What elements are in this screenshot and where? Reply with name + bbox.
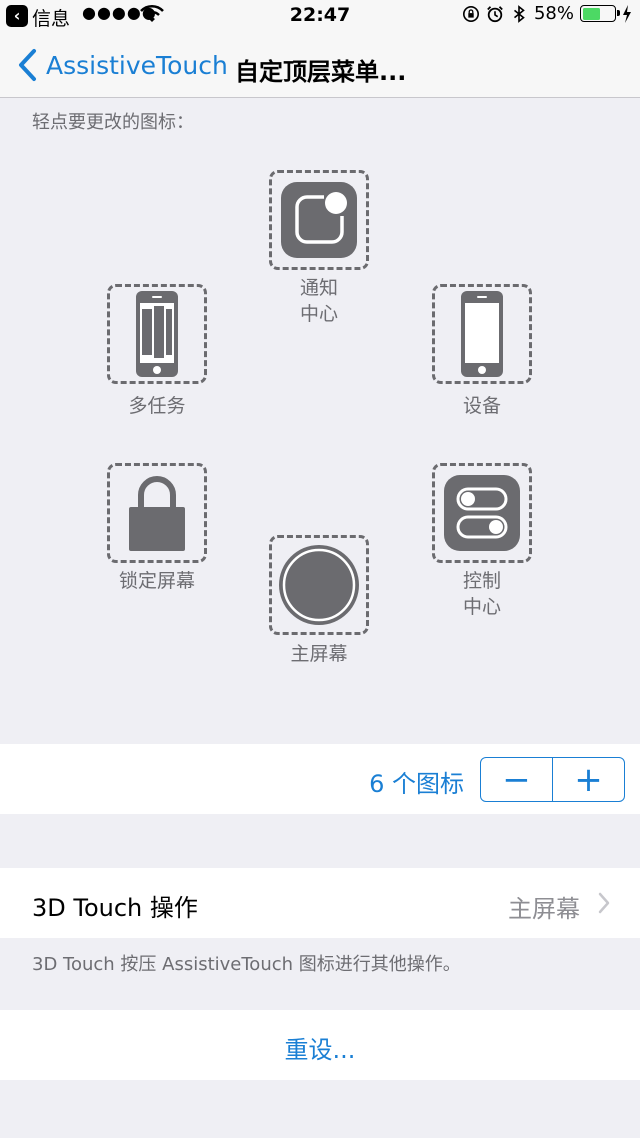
- navigation-bar: AssistiveTouch 自定顶层菜单...: [0, 32, 640, 98]
- slot-label-line: 设备: [462, 395, 501, 417]
- 3d-touch-footer: 3D Touch 按压 AssistiveTouch 图标进行其他操作。: [32, 954, 461, 975]
- notification-center-icon: [281, 182, 357, 258]
- status-bar: ‹ 信息 ●●●●● 22:47 58%: [0, 0, 640, 32]
- slot-label-line: 主屏幕: [290, 643, 348, 665]
- rotation-lock-icon: [462, 5, 479, 22]
- multitasking-icon: [136, 291, 178, 377]
- icon-count-label: 6 个图标: [369, 770, 464, 798]
- page-title: 自定顶层菜单...: [235, 58, 407, 86]
- 3d-touch-value: 主屏幕: [508, 895, 580, 923]
- slot-control-center[interactable]: [432, 463, 532, 563]
- slot-label-line: 通知: [299, 277, 338, 299]
- battery-level: [582, 7, 601, 20]
- increment-button[interactable]: +: [552, 758, 624, 801]
- slot-label-lock-screen: 锁定屏幕: [87, 568, 227, 594]
- device-icon: [461, 291, 503, 377]
- slot-label-multitasking: 多任务: [87, 393, 227, 419]
- reset-row[interactable]: 重设...: [0, 1010, 640, 1080]
- slot-label-line: 控制: [462, 570, 501, 592]
- alarm-icon: [487, 5, 503, 22]
- slot-label-notification-center: 通知 中心: [249, 275, 389, 327]
- slot-label-home: 主屏幕: [249, 641, 389, 667]
- status-icons: 58%: [462, 3, 632, 24]
- slot-device[interactable]: [432, 284, 532, 384]
- bluetooth-icon: [513, 4, 525, 23]
- chevron-left-icon: [19, 49, 36, 81]
- reset-button[interactable]: 重设...: [0, 1030, 640, 1065]
- home-button-icon: [279, 545, 359, 625]
- slot-label-line: 中心: [462, 596, 501, 618]
- lock-screen-icon: [129, 476, 185, 551]
- instruction-text: 轻点要更改的图标：: [32, 112, 194, 133]
- back-button-label[interactable]: AssistiveTouch: [46, 51, 228, 80]
- slot-label-line: 多任务: [128, 395, 186, 417]
- slot-label-device: 设备: [412, 393, 552, 419]
- 3d-touch-action-row[interactable]: 3D Touch 操作 主屏幕: [0, 868, 640, 938]
- slot-notification-center[interactable]: [269, 170, 369, 270]
- slot-lock-screen[interactable]: [107, 463, 207, 563]
- slot-home[interactable]: [269, 535, 369, 635]
- battery-icon: [580, 5, 620, 22]
- 3d-touch-title: 3D Touch 操作: [32, 894, 198, 922]
- slot-label-line: 中心: [299, 303, 338, 325]
- chevron-right-icon: [598, 892, 610, 914]
- icon-count-stepper[interactable]: − +: [480, 757, 625, 802]
- battery-percent: 58%: [533, 3, 574, 24]
- slot-multitasking[interactable]: [107, 284, 207, 384]
- slot-label-control-center: 控制 中心: [412, 568, 552, 620]
- decrement-button[interactable]: −: [481, 758, 552, 801]
- slot-label-line: 锁定屏幕: [118, 570, 195, 592]
- control-center-icon: [444, 475, 520, 551]
- icon-count-row: 6 个图标 − +: [0, 744, 640, 814]
- charging-icon: [623, 4, 631, 23]
- back-button[interactable]: AssistiveTouch: [16, 48, 228, 82]
